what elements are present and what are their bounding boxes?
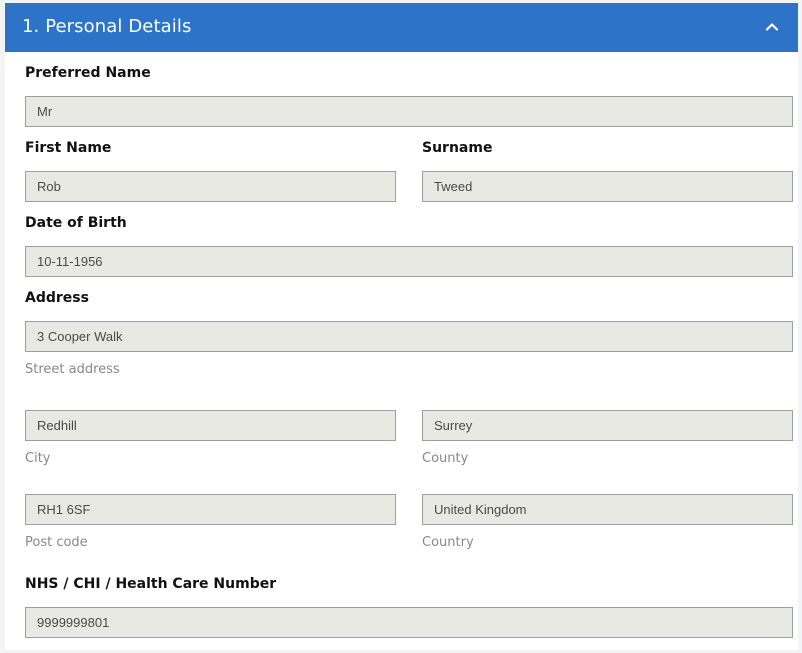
county-input[interactable] (422, 410, 793, 441)
date-of-birth-label: Date of Birth (25, 215, 127, 231)
date-of-birth-input[interactable] (25, 246, 793, 277)
section-title: 1. Personal Details (22, 16, 192, 37)
city-input[interactable] (25, 410, 396, 441)
chevron-up-icon[interactable] (760, 15, 784, 39)
post-code-input[interactable] (25, 494, 396, 525)
address-label: Address (25, 290, 89, 306)
health-care-number-input[interactable] (25, 607, 793, 638)
first-name-input[interactable] (25, 171, 396, 202)
health-care-number-label: NHS / CHI / Health Care Number (25, 576, 277, 592)
street-address-input[interactable] (25, 321, 793, 352)
preferred-name-label: Preferred Name (25, 65, 151, 81)
county-hint: County (422, 451, 469, 466)
street-address-hint: Street address (25, 362, 120, 377)
post-code-hint: Post code (25, 535, 88, 550)
city-hint: City (25, 451, 51, 466)
first-name-label: First Name (25, 140, 112, 156)
country-hint: Country (422, 535, 474, 550)
surname-input[interactable] (422, 171, 793, 202)
surname-label: Surname (422, 140, 493, 156)
preferred-name-input[interactable] (25, 96, 793, 127)
section-header[interactable]: 1. Personal Details (5, 3, 798, 52)
personal-details-panel: 1. Personal Details Preferred Name First… (5, 3, 798, 650)
country-input[interactable] (422, 494, 793, 525)
